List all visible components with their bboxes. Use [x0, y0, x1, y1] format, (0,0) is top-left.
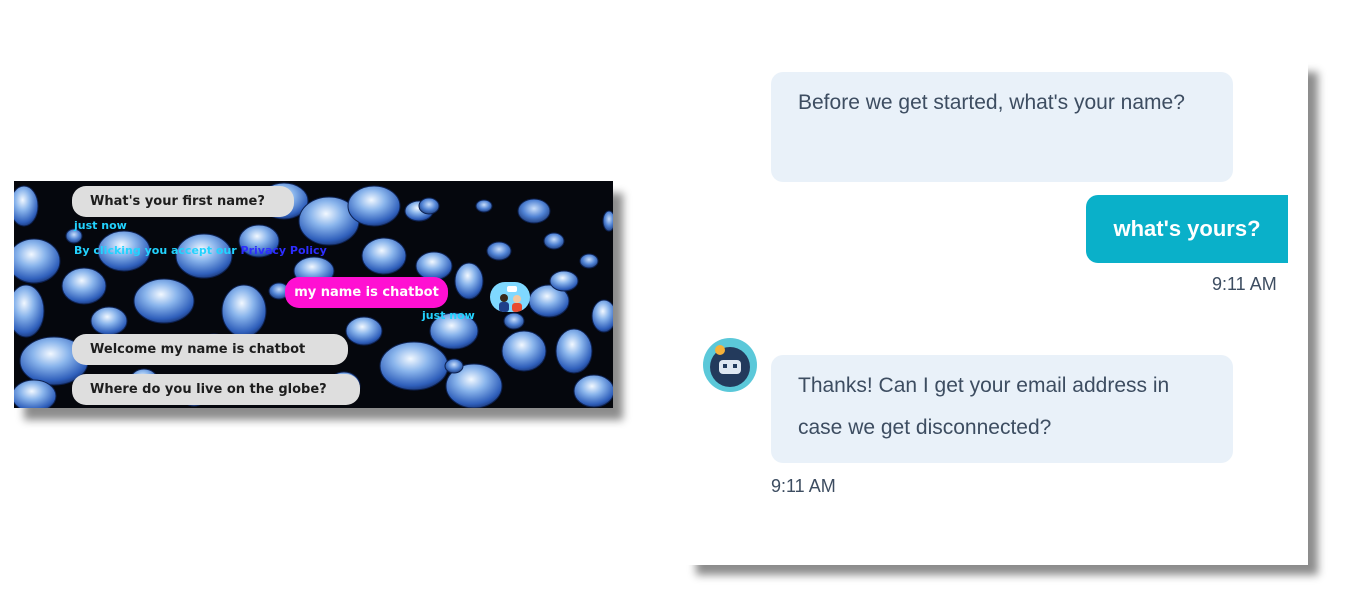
- bot-message-email: Thanks! Can I get your email address in …: [771, 355, 1233, 463]
- user-avatar-icon: [490, 282, 530, 312]
- user-message: my name is chatbot: [285, 277, 448, 308]
- bot-message-welcome: Welcome my name is chatbot: [72, 334, 348, 365]
- bot-avatar-icon: [703, 338, 757, 392]
- privacy-policy-link[interactable]: Privacy Policy: [241, 244, 327, 257]
- bot-message-time: 9:11 AM: [771, 476, 836, 496]
- bot-message-first-name: What's your first name?: [72, 186, 294, 217]
- privacy-notice: By clicking you accept our Privacy Polic…: [74, 244, 327, 257]
- message-timestamp: just now: [422, 309, 475, 322]
- bot-message-location: Where do you live on the globe?: [72, 374, 360, 405]
- right-chat-window: Before we get started, what's your name?…: [686, 62, 1308, 565]
- bot-message-name: Before we get started, what's your name?: [771, 72, 1233, 182]
- user-message: what's yours?: [1086, 195, 1288, 263]
- message-timestamp: just now: [74, 219, 127, 232]
- left-chat-window: What's your first name? just now By clic…: [14, 181, 613, 408]
- privacy-text: By clicking you accept our: [74, 244, 241, 257]
- user-message-time: 9:11 AM: [1212, 274, 1277, 294]
